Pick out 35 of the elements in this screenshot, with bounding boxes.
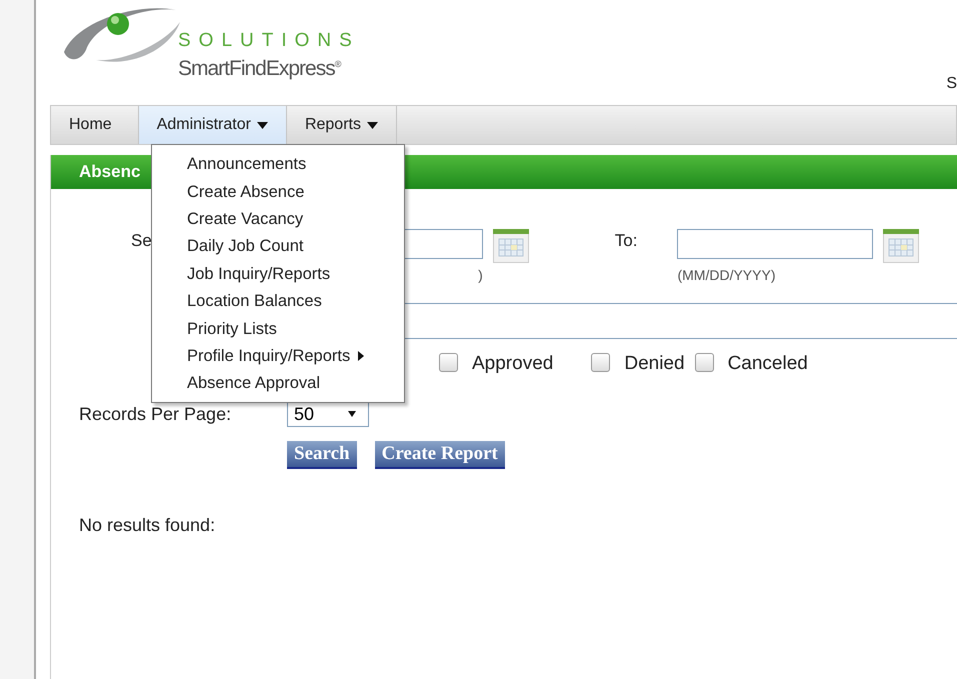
- caret-icon: [366, 122, 378, 128]
- field-label: Se: [131, 231, 152, 251]
- calendar-icon[interactable]: [883, 229, 920, 263]
- field-label: To:: [614, 231, 638, 251]
- format-hint: (MM/DD/YYYY): [677, 267, 776, 283]
- menu-item[interactable]: Create Vacancy: [152, 206, 404, 234]
- checkbox[interactable]: [694, 353, 714, 372]
- field-label: Records Per Page:: [79, 404, 232, 424]
- menu-item[interactable]: Absence Approval: [152, 370, 404, 398]
- menu-item[interactable]: Daily Job Count: [152, 233, 404, 261]
- nav-tab[interactable]: Administrator: [138, 106, 287, 144]
- checkbox[interactable]: [591, 353, 610, 372]
- format-hint: ): [478, 267, 483, 283]
- checkbox-label: Denied: [624, 353, 685, 375]
- menu-item[interactable]: Create Absence: [152, 178, 404, 206]
- menu-item[interactable]: Profile Inquiry/Reports: [152, 342, 404, 370]
- submenu-arrow-icon: [358, 351, 364, 362]
- caret-icon: [256, 122, 268, 128]
- caret-icon: [348, 411, 356, 417]
- result-message: No results found:: [79, 515, 216, 536]
- header-text: S: [946, 75, 957, 93]
- action-button[interactable]: Create Report: [374, 441, 505, 469]
- action-button[interactable]: Search: [287, 441, 357, 469]
- calendar-icon[interactable]: [492, 229, 529, 263]
- menu-item[interactable]: Priority Lists: [152, 315, 404, 343]
- checkbox-label: Canceled: [728, 353, 808, 375]
- menu-item[interactable]: Job Inquiry/Reports: [152, 260, 404, 288]
- logo-product-name: SmartFindExpress$^{®}$: [178, 56, 342, 81]
- logo-tagline: SOLUTIONS: [178, 30, 360, 52]
- menu-item[interactable]: Announcements: [152, 151, 404, 178]
- checkbox-label: Approved: [472, 353, 554, 375]
- section-title: Absenc: [79, 162, 140, 182]
- checkbox[interactable]: [439, 353, 458, 372]
- menu-item[interactable]: Location Balances: [152, 288, 404, 316]
- date-input[interactable]: [677, 229, 874, 259]
